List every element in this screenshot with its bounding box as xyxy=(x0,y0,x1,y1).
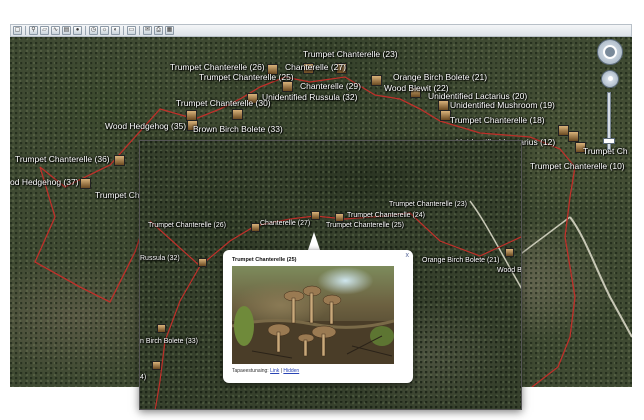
placemark-label[interactable]: Trumpet Chanterelle (25) xyxy=(199,72,294,82)
placemark-label[interactable]: Trumpet Chanterelle (36) xyxy=(15,154,110,164)
mushroom-stem xyxy=(321,333,326,357)
placemark-label[interactable]: Trumpet Chanterelle (26) xyxy=(148,222,226,229)
placemark-label[interactable]: Trumpet Chanterelle (24) xyxy=(347,212,425,219)
mushroom-marker-icon[interactable] xyxy=(232,109,243,120)
compass-ring xyxy=(603,45,617,59)
compass-icon[interactable] xyxy=(597,39,623,65)
gps-track xyxy=(34,166,151,303)
placemark-label[interactable]: Trumpet Chanterelle (26) xyxy=(170,62,265,72)
toolbar-separator xyxy=(85,26,86,35)
caption-link[interactable]: Link xyxy=(270,368,279,374)
sunlight-icon[interactable]: ☼ xyxy=(100,26,109,35)
balloon-caption: Tapaeestunaing: Link | Hidden xyxy=(232,368,299,374)
pan-control-icon[interactable] xyxy=(601,70,619,88)
email-icon[interactable]: ✉ xyxy=(143,26,152,35)
hand-icon[interactable]: ▢ xyxy=(13,26,22,35)
placemark-label[interactable]: Orange Birch Bolete (21) xyxy=(422,257,499,264)
photo-drawing xyxy=(232,285,394,364)
mushroom-marker-icon[interactable] xyxy=(371,75,382,86)
caption-link-hidden[interactable]: Hidden xyxy=(283,368,299,374)
placemark-label[interactable]: Trumpet Cha xyxy=(95,190,144,200)
placemark-label[interactable]: Unidentified Russula (32) xyxy=(262,92,357,102)
placemark-label[interactable]: od Hedgehog (37) xyxy=(10,177,79,187)
view-in-maps-icon[interactable]: ▦ xyxy=(165,26,174,35)
mushroom-photo xyxy=(232,266,394,364)
mushroom-marker-icon[interactable] xyxy=(152,361,161,370)
placemark-label[interactable]: Wood B xyxy=(497,267,521,274)
moss xyxy=(234,306,254,346)
placemark-label[interactable]: Chanterelle (29) xyxy=(300,81,361,91)
placemark-label[interactable]: Trumpet Chanterelle (25) xyxy=(326,222,404,229)
close-icon[interactable]: x xyxy=(406,252,410,259)
historical-imagery-icon[interactable]: ◷ xyxy=(89,26,98,35)
placemark-label[interactable]: 4) xyxy=(140,374,146,381)
mushroom-marker-icon[interactable] xyxy=(251,223,260,232)
mushroom-marker-icon[interactable] xyxy=(568,131,579,142)
caption-prefix: Tapaeestunaing: xyxy=(232,368,271,374)
ruler-icon[interactable]: ▭ xyxy=(127,26,136,35)
tour-icon[interactable]: ● xyxy=(73,26,82,35)
mushroom-stem xyxy=(303,339,308,357)
mushroom-stem xyxy=(291,297,296,324)
road xyxy=(569,216,632,338)
zoom-slider-thumb[interactable] xyxy=(603,138,615,144)
mushroom-marker-icon[interactable] xyxy=(198,258,207,267)
mushroom-marker-icon[interactable] xyxy=(114,155,125,166)
mushroom-marker-icon[interactable] xyxy=(505,248,514,257)
mushroom-marker-icon[interactable] xyxy=(335,213,344,222)
placemark-label[interactable]: Chanterelle (27) xyxy=(285,62,346,72)
placemark-label[interactable]: Trumpet Chanterelle (23) xyxy=(303,49,398,59)
placemark-label[interactable]: Trumpet Ch xyxy=(583,146,628,156)
placemark-label[interactable]: Brown Birch Bolete (33) xyxy=(193,124,283,134)
placemark-label[interactable]: Wood Hedgehog (35) xyxy=(105,121,186,131)
mushroom-marker-icon[interactable] xyxy=(80,178,91,189)
polygon-icon[interactable]: ▱ xyxy=(40,26,49,35)
print-icon[interactable]: ⎙ xyxy=(154,26,163,35)
placemark-label[interactable]: Orange Birch Bolete (21) xyxy=(393,72,487,82)
mushroom-marker-icon[interactable] xyxy=(157,324,166,333)
toolbar-separator xyxy=(123,26,124,35)
mushroom-stem xyxy=(276,331,281,353)
mushroom-marker-icon[interactable] xyxy=(311,211,320,220)
placemark-label[interactable]: Trumpet Chanterelle (10) xyxy=(530,161,625,171)
mushroom-stem xyxy=(309,292,314,324)
overlay-icon[interactable]: ▤ xyxy=(62,26,71,35)
road xyxy=(469,200,521,290)
path-icon[interactable]: ∿ xyxy=(51,26,60,35)
balloon-title: Trumpet Chanterelle (25) xyxy=(232,257,297,263)
placemark-label[interactable]: Trumpet Chanterelle (23) xyxy=(389,201,467,208)
placemark-label[interactable]: Unidentified Mushroom (19) xyxy=(450,100,555,110)
toolbar-separator xyxy=(25,26,26,35)
placemark-label[interactable]: Trumpet Chanterelle (18) xyxy=(450,115,545,125)
mushroom-marker-icon[interactable] xyxy=(282,81,293,92)
placemark-label[interactable]: Russula (32) xyxy=(140,255,180,262)
placemark-label[interactable]: Trumpet Chanterelle (30) xyxy=(176,98,271,108)
placemark-label[interactable]: Chanterelle (27) xyxy=(260,220,310,227)
planets-icon[interactable]: ◐ xyxy=(111,26,120,35)
mushroom-stem xyxy=(329,301,334,325)
placemark-label[interactable]: n Birch Bolete (33) xyxy=(140,338,198,345)
placemark-balloon: x Trumpet Chanterelle (25) Tapaeestunain… xyxy=(223,250,413,383)
popup-tail xyxy=(308,232,320,250)
gps-track xyxy=(149,220,201,409)
placemark-icon[interactable]: ⚲ xyxy=(29,26,38,35)
toolbar-separator xyxy=(139,26,140,35)
toolbar: ▢ ⚲ ▱ ∿ ▤ ● ◷ ☼ ◐ ▭ ✉ ⎙ ▦ xyxy=(10,24,632,37)
